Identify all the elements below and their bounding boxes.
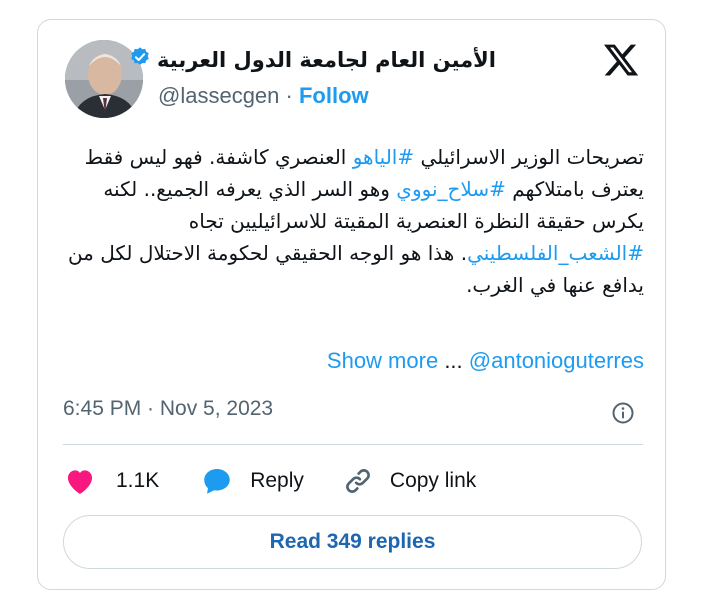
separator-dot: · <box>285 83 293 108</box>
heart-icon <box>67 470 93 495</box>
reply-bubble-icon <box>204 468 230 494</box>
verified-badge-icon <box>129 46 151 74</box>
show-more-row: Show more ... @antonioguterres <box>327 348 644 374</box>
show-more-link[interactable]: Show more <box>327 348 438 373</box>
tweet-text: تصريحات الوزير الاسرائيلي #الياهو العنصر… <box>62 141 644 301</box>
divider <box>63 444 643 445</box>
like-count: 1.1K <box>116 469 160 492</box>
handle-row: @lassecgen · Follow <box>158 83 369 109</box>
timestamp[interactable]: 6:45 PM · Nov 5, 2023 <box>63 397 273 421</box>
mention-link[interactable]: @antonioguterres <box>469 348 644 373</box>
info-icon[interactable] <box>611 401 635 425</box>
hashtag-link[interactable]: #سلاح_نووي <box>396 177 506 201</box>
author-display-name: الأمين العام لجامعة الدول العربية <box>157 48 496 72</box>
copy-link-button[interactable]: Copy link <box>342 465 476 497</box>
follow-button[interactable]: Follow <box>299 83 369 108</box>
like-button[interactable]: 1.1K <box>63 464 159 498</box>
reply-button[interactable]: Reply <box>200 464 304 498</box>
hashtag-link[interactable]: #الياهو <box>353 145 414 169</box>
author-handle[interactable]: @lassecgen <box>158 83 279 108</box>
author-name-row[interactable]: الأمين العام لجامعة الدول العربية <box>129 46 496 74</box>
link-icon <box>345 469 370 493</box>
hashtag-link[interactable]: #الشعب_الفلسطيني <box>467 241 644 265</box>
reply-label: Reply <box>250 469 304 492</box>
copy-link-label: Copy link <box>389 469 477 492</box>
action-bar: 1.1K Reply Copy link <box>63 461 476 501</box>
read-replies-button[interactable]: Read 349 replies <box>63 515 642 569</box>
ellipsis: ... <box>444 348 463 373</box>
tweet-text-segment: تصريحات الوزير الاسرائيلي <box>414 145 644 169</box>
x-logo-icon[interactable] <box>602 41 640 79</box>
